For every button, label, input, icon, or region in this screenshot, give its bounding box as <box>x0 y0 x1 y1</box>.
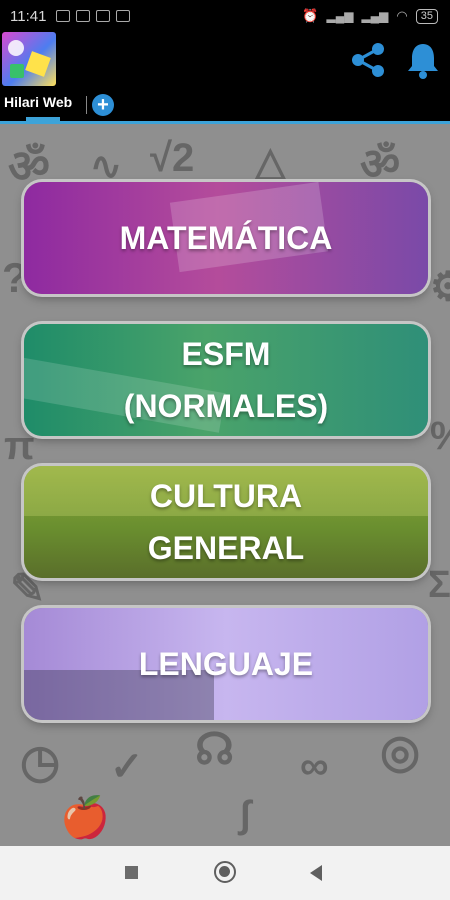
doodle-background: ◷ <box>20 735 61 787</box>
doodle-background: ∞ <box>300 744 329 788</box>
recents-icon[interactable] <box>125 866 138 879</box>
tab-bar: Hilari Web + <box>0 88 450 124</box>
wifi-icon: ◠ <box>396 8 408 23</box>
notification-icon <box>56 10 71 22</box>
app-logo <box>2 32 56 86</box>
home-icon[interactable] <box>214 861 236 883</box>
share-icon <box>352 43 384 77</box>
card-lenguaje[interactable]: LENGUAJE <box>24 608 428 720</box>
doodle-background: Σ <box>428 564 450 606</box>
tab-divider <box>86 96 87 114</box>
status-time: 11:41 <box>10 7 47 25</box>
doodle-background: △ <box>255 140 286 184</box>
doodle-background: ☊ <box>195 725 235 774</box>
doodle-background: ◎ <box>380 725 421 777</box>
tab-indicator <box>26 117 60 121</box>
card-esfm-normales[interactable]: ESFM (NORMALES) <box>24 324 428 436</box>
doodle-background: ⚙ <box>430 265 450 309</box>
battery-indicator: 35 <box>415 8 438 24</box>
doodle-background: % <box>430 414 450 459</box>
app-notification-icon <box>76 10 91 22</box>
bell-icon <box>408 44 438 79</box>
card-matematica[interactable]: MATEMÁTICA <box>24 182 428 294</box>
doodle-background: √2 <box>150 136 195 180</box>
doodle-background: ∫ <box>240 794 251 836</box>
system-icons: ⏰ ▂▄▆ ▂▄▆ ◠ 35 <box>302 8 438 24</box>
media-icon <box>116 10 131 22</box>
signal-icon: ▂▄▆ <box>326 9 354 23</box>
alarm-icon: ⏰ <box>302 8 319 23</box>
card-label: CULTURA GENERAL <box>147 478 305 566</box>
card-label: LENGUAJE <box>138 646 314 682</box>
card-cultura-general[interactable]: CULTURA GENERAL <box>24 466 428 578</box>
app-bar <box>0 32 450 88</box>
youtube-icon <box>96 10 111 22</box>
card-label: ESFM (NORMALES) <box>123 336 329 424</box>
status-bar: 11:41 ⏰ ▂▄▆ ▂▄▆ ◠ 35 <box>0 0 450 32</box>
signal-icon-2: ▂▄▆ <box>361 9 389 23</box>
card-label: MATEMÁTICA <box>119 220 333 256</box>
navigation-bar <box>0 846 450 900</box>
main-content: ॐ ∿ √2 △ ॐ ? ⚙ π % ✎ Σ ◷ ✓ ☊ ∞ ◎ 🍎 ∫ MAT… <box>0 124 450 846</box>
back-icon[interactable] <box>310 865 322 881</box>
tab-hilari-web[interactable]: Hilari Web <box>4 94 72 110</box>
doodle-background: ✓ <box>110 745 144 789</box>
share-button[interactable] <box>348 40 388 80</box>
notifications-button[interactable] <box>404 40 442 80</box>
notification-icons <box>56 10 131 22</box>
doodle-background: 🍎 <box>60 796 110 840</box>
add-tab-button[interactable]: + <box>92 94 114 116</box>
